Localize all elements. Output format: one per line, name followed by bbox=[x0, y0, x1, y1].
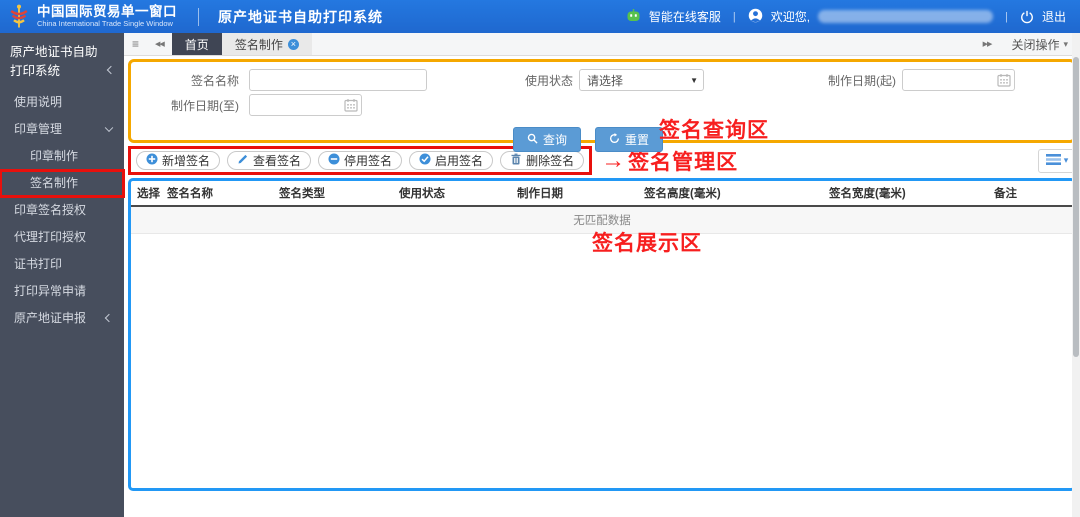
check-circle-icon bbox=[419, 153, 431, 168]
sidebar-item-origin-certificate-declaration[interactable]: 原产地证申报 bbox=[0, 305, 124, 332]
trash-icon bbox=[510, 153, 522, 168]
sidebar-item-agent-print-authorization[interactable]: 代理打印授权 bbox=[0, 224, 124, 251]
enable-signature-button[interactable]: 启用签名 bbox=[409, 151, 494, 170]
plus-circle-icon bbox=[146, 153, 158, 168]
chevron-down-icon bbox=[104, 123, 114, 133]
column-signature-type: 签名类型 bbox=[273, 181, 393, 207]
tab-signature-creation[interactable]: 签名制作 bbox=[221, 33, 312, 55]
chevron-left-icon bbox=[104, 314, 114, 323]
logout-icon[interactable] bbox=[1020, 10, 1034, 24]
calendar-icon[interactable] bbox=[344, 98, 358, 117]
sidebar-item-seal-management[interactable]: 印章管理 bbox=[0, 116, 124, 143]
column-signature-name: 签名名称 bbox=[161, 181, 273, 207]
add-signature-button[interactable]: 新增签名 bbox=[136, 151, 221, 170]
screen: 中国国际贸易单一窗口 China International Trade Sin… bbox=[0, 0, 1080, 517]
customer-service-icon bbox=[626, 8, 641, 26]
brand-text: 中国国际贸易单一窗口 China International Trade Sin… bbox=[37, 5, 177, 27]
tab-close-icon[interactable] bbox=[287, 38, 299, 50]
disable-signature-button[interactable]: 停用签名 bbox=[318, 151, 403, 170]
calendar-icon[interactable] bbox=[997, 73, 1011, 92]
sidebar-item-signature-creation[interactable]: 签名制作 bbox=[0, 168, 125, 198]
caret-down-icon: ▾ bbox=[1063, 155, 1069, 165]
column-signature-width: 签名宽度(毫米) bbox=[823, 181, 988, 207]
tabbar-spacer bbox=[312, 33, 975, 55]
reset-icon bbox=[609, 132, 620, 147]
top-header: 中国国际贸易单一窗口 China International Trade Sin… bbox=[0, 0, 1080, 33]
caret-down-icon: ▾ bbox=[1063, 38, 1068, 49]
view-signature-button[interactable]: 查看签名 bbox=[227, 151, 312, 170]
search-button[interactable]: 查询 bbox=[512, 127, 581, 152]
annotation-display-area: 签名展示区 bbox=[592, 232, 702, 255]
table-header-row: 选择 签名名称 签名类型 使用状态 制作日期 签名高度(毫米) 签名宽度(毫米)… bbox=[131, 181, 1073, 207]
minus-circle-icon bbox=[328, 153, 340, 168]
brand-subtitle: China International Trade Single Window bbox=[37, 18, 173, 28]
signature-name-label: 签名名称 bbox=[190, 73, 239, 88]
signature-query-area: 签名名称 使用状态 请选择 ▼ 制作日期(起) 制作日期(至) 查询 重置 签名… bbox=[128, 59, 1076, 152]
brand-logo-icon bbox=[8, 3, 30, 30]
pencil-icon bbox=[237, 153, 249, 168]
column-creation-date: 制作日期 bbox=[511, 181, 638, 207]
usage-status-label: 使用状态 bbox=[524, 73, 573, 88]
brand-divider bbox=[198, 7, 199, 26]
tab-bar: ≡ ◀◀ 首页 签名制作 ▶▶ 关闭操作 ▾ bbox=[124, 33, 1080, 56]
delete-signature-button[interactable]: 删除签名 bbox=[500, 151, 585, 170]
sidebar-item-usage-instructions[interactable]: 使用说明 bbox=[0, 89, 124, 116]
sidebar-title[interactable]: 原产地证书自助打印系统 bbox=[0, 35, 124, 89]
vertical-scrollbar[interactable] bbox=[1072, 33, 1080, 517]
sidebar-item-certificate-print[interactable]: 证书打印 bbox=[0, 251, 124, 278]
logout-button[interactable]: 退出 bbox=[1042, 8, 1066, 25]
header-separator-icon: | bbox=[1005, 10, 1008, 23]
sidebar-item-seal-creation[interactable]: 印章制作 bbox=[0, 143, 124, 170]
annotation-arrow-icon bbox=[601, 149, 625, 173]
select-caret-icon: ▼ bbox=[690, 76, 698, 85]
header-right: 智能在线客服 | 欢迎您, | 退出 bbox=[626, 8, 1066, 26]
signature-display-area: 选择 签名名称 签名类型 使用状态 制作日期 签名高度(毫米) 签名宽度(毫米)… bbox=[128, 178, 1076, 491]
sidebar: 原产地证书自助打印系统 使用说明 印章管理 印章制作 签名制作 印章签名授权 代… bbox=[0, 33, 125, 517]
usage-status-select[interactable]: 请选择 ▼ bbox=[579, 69, 704, 91]
column-chooser-button[interactable]: ▾ bbox=[1038, 148, 1076, 173]
close-operations-menu[interactable]: 关闭操作 ▾ bbox=[999, 33, 1080, 55]
sidebar-item-print-exception-request[interactable]: 打印异常申请 bbox=[0, 278, 124, 305]
brand-title: 中国国际贸易单一窗口 bbox=[37, 4, 177, 20]
annotation-query-area: 签名查询区 bbox=[659, 119, 769, 142]
menu-toggle-icon[interactable]: ≡ bbox=[124, 33, 147, 55]
search-icon bbox=[527, 133, 538, 147]
tabs-scroll-right-icon[interactable]: ▶▶ bbox=[975, 33, 1000, 55]
content: 签名名称 使用状态 请选择 ▼ 制作日期(起) 制作日期(至) 查询 重置 签名… bbox=[124, 56, 1080, 517]
table-columns-icon bbox=[1045, 153, 1061, 168]
main-area: ≡ ◀◀ 首页 签名制作 ▶▶ 关闭操作 ▾ bbox=[124, 33, 1080, 517]
column-usage-status: 使用状态 bbox=[393, 181, 511, 207]
column-select: 选择 bbox=[131, 181, 161, 207]
user-avatar-icon bbox=[748, 8, 763, 26]
brand: 中国国际贸易单一窗口 China International Trade Sin… bbox=[8, 3, 383, 30]
app-title: 原产地证书自助打印系统 bbox=[218, 8, 383, 25]
signature-name-input[interactable] bbox=[249, 69, 427, 91]
username-redacted bbox=[818, 10, 994, 23]
chevron-left-icon bbox=[106, 65, 116, 74]
date-to-label: 制作日期(至) bbox=[171, 98, 239, 113]
date-from-label: 制作日期(起) bbox=[828, 73, 896, 88]
sidebar-item-seal-signature-authorization[interactable]: 印章签名授权 bbox=[0, 197, 124, 224]
welcome-label: 欢迎您, bbox=[770, 10, 811, 24]
customer-service-link[interactable]: 智能在线客服 bbox=[649, 8, 721, 25]
column-signature-height: 签名高度(毫米) bbox=[638, 181, 823, 207]
reset-button[interactable]: 重置 bbox=[595, 127, 664, 152]
column-remarks: 备注 bbox=[988, 181, 1073, 207]
tabs-scroll-left-icon[interactable]: ◀◀ bbox=[147, 33, 172, 55]
tab-home[interactable]: 首页 bbox=[171, 33, 222, 55]
scrollbar-thumb[interactable] bbox=[1073, 57, 1079, 357]
header-separator-icon: | bbox=[732, 10, 736, 23]
